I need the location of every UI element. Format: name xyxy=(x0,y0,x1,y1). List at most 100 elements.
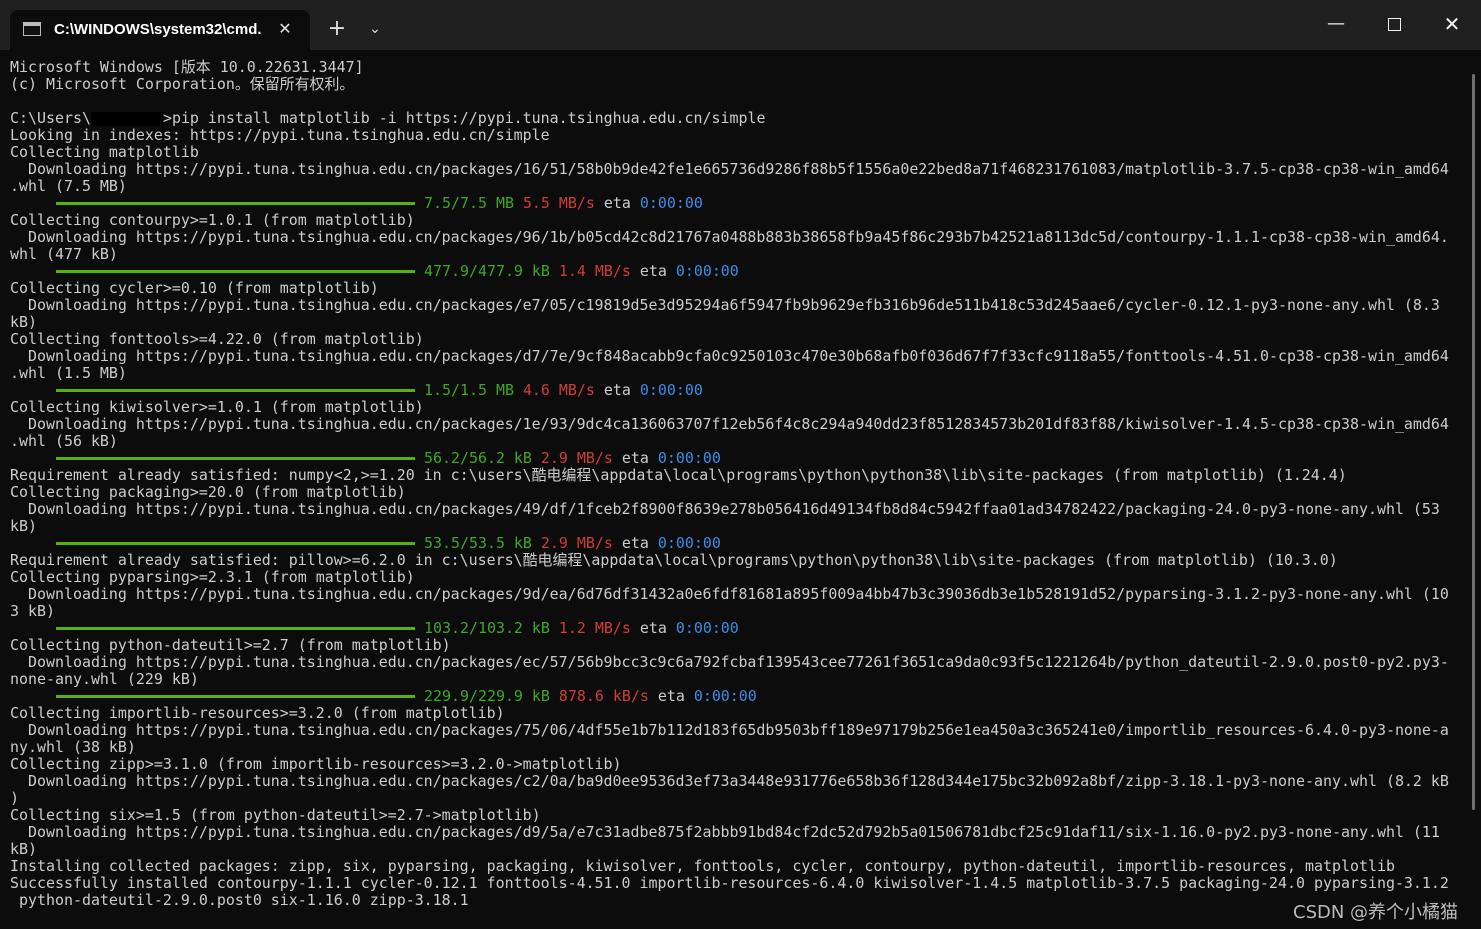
console-line: Downloading https://pypi.tuna.tsinghua.e… xyxy=(10,721,1449,739)
progress-speed: 5.5 MB/s xyxy=(522,194,595,212)
progress-speed: 1.2 MB/s xyxy=(558,619,631,637)
progress-size: 477.9/477.9 kB xyxy=(424,262,550,280)
scrollbar[interactable] xyxy=(1472,74,1475,810)
console-line: Downloading https://pypi.tuna.tsinghua.e… xyxy=(10,228,1449,246)
progress-line: 53.5/53.5 kB 2.9 MB/s eta 0:00:00 xyxy=(10,535,1465,552)
console-line: whl (477 kB) xyxy=(10,245,118,263)
console-line: Downloading https://pypi.tuna.tsinghua.e… xyxy=(10,823,1440,841)
console-line: kB) xyxy=(10,840,37,858)
console-line: (c) Microsoft Corporation。保留所有权利。 xyxy=(10,75,355,93)
console-line: Downloading https://pypi.tuna.tsinghua.e… xyxy=(10,296,1440,314)
progress-eta-label: eta xyxy=(639,619,667,637)
console-line: Collecting contourpy>=1.0.1 (from matplo… xyxy=(10,211,415,229)
progress-eta: 0:00:00 xyxy=(675,262,739,280)
console-line: Collecting packaging>=20.0 (from matplot… xyxy=(10,483,406,501)
progress-eta-label: eta xyxy=(621,534,649,552)
chevron-down-icon[interactable]: ⌄ xyxy=(360,14,390,44)
progress-eta-label: eta xyxy=(639,262,667,280)
console-line: Downloading https://pypi.tuna.tsinghua.e… xyxy=(10,500,1440,518)
progress-eta-label: eta xyxy=(603,381,631,399)
progress-eta: 0:00:00 xyxy=(657,534,721,552)
console-line: Collecting pyparsing>=2.3.1 (from matplo… xyxy=(10,568,415,586)
console-line: Downloading https://pypi.tuna.tsinghua.e… xyxy=(10,772,1449,790)
progress-size: 1.5/1.5 MB xyxy=(424,381,514,399)
progress-speed: 4.6 MB/s xyxy=(522,381,595,399)
progress-bar xyxy=(56,201,415,205)
console-line: Collecting matplotlib xyxy=(10,143,199,161)
console-line: Downloading https://pypi.tuna.tsinghua.e… xyxy=(10,415,1449,433)
progress-line: 477.9/477.9 kB 1.4 MB/s eta 0:00:00 xyxy=(10,263,1465,280)
redacted-username xyxy=(90,112,163,126)
progress-bar xyxy=(56,541,415,545)
console-line: Microsoft Windows [版本 10.0.22631.3447] xyxy=(10,59,364,76)
terminal-icon xyxy=(23,22,41,36)
console-line: ) xyxy=(10,789,19,807)
progress-size: 103.2/103.2 kB xyxy=(424,619,550,637)
command-text: >pip install matplotlib -i https://pypi.… xyxy=(162,109,766,127)
title-bar: C:\WINDOWS\system32\cmd. ✕ + ⌄ — ✕ xyxy=(0,0,1481,50)
console-line: Collecting six>=1.5 (from python-dateuti… xyxy=(10,806,541,824)
console-line: Collecting kiwisolver>=1.0.1 (from matpl… xyxy=(10,398,424,416)
console-line: ny.whl (38 kB) xyxy=(10,738,136,756)
console-line: Downloading https://pypi.tuna.tsinghua.e… xyxy=(10,160,1449,178)
maximize-icon xyxy=(1388,18,1401,31)
progress-size: 53.5/53.5 kB xyxy=(424,534,532,552)
tab-title: C:\WINDOWS\system32\cmd. xyxy=(54,21,262,38)
progress-line: 7.5/7.5 MB 5.5 MB/s eta 0:00:00 xyxy=(10,195,1465,212)
console-line: python-dateutil-2.9.0.post0 six-1.16.0 z… xyxy=(10,891,469,909)
console-line: Downloading https://pypi.tuna.tsinghua.e… xyxy=(10,347,1449,365)
progress-eta-label: eta xyxy=(603,194,631,212)
progress-bar xyxy=(56,456,415,460)
console-line: Requirement already satisfied: numpy<2,>… xyxy=(10,466,1347,484)
progress-eta-label: eta xyxy=(657,687,685,705)
progress-bar xyxy=(56,269,415,273)
progress-speed: 878.6 kB/s xyxy=(558,687,649,705)
progress-line: 103.2/103.2 kB 1.2 MB/s eta 0:00:00 xyxy=(10,620,1465,637)
watermark: CSDN @养个小橘猫 xyxy=(1293,902,1459,923)
progress-speed: 2.9 MB/s xyxy=(540,534,613,552)
console-line: Downloading https://pypi.tuna.tsinghua.e… xyxy=(10,653,1449,671)
tab-cmd[interactable]: C:\WINDOWS\system32\cmd. ✕ xyxy=(10,10,310,50)
console-line: Requirement already satisfied: pillow>=6… xyxy=(10,551,1338,569)
console-output[interactable]: Microsoft Windows [版本 10.0.22631.3447] (… xyxy=(10,59,1465,924)
console-line: kB) xyxy=(10,313,37,331)
progress-bar xyxy=(56,694,415,698)
progress-speed: 1.4 MB/s xyxy=(558,262,631,280)
prompt-path: C:\Users\ xyxy=(10,109,91,127)
progress-size: 56.2/56.2 kB xyxy=(424,449,532,467)
maximize-button[interactable] xyxy=(1365,0,1423,50)
progress-eta: 0:00:00 xyxy=(693,687,757,705)
minimize-button[interactable]: — xyxy=(1307,0,1365,50)
console-line: Looking in indexes: https://pypi.tuna.ts… xyxy=(10,126,550,144)
console-line: Collecting cycler>=0.10 (from matplotlib… xyxy=(10,279,379,297)
console-line: Installing collected packages: zipp, six… xyxy=(10,857,1395,875)
progress-bar xyxy=(56,388,415,392)
progress-eta: 0:00:00 xyxy=(639,381,703,399)
progress-size: 7.5/7.5 MB xyxy=(424,194,514,212)
console-line: Collecting zipp>=3.1.0 (from importlib-r… xyxy=(10,755,622,773)
console-line: kB) xyxy=(10,517,37,535)
progress-line: 56.2/56.2 kB 2.9 MB/s eta 0:00:00 xyxy=(10,450,1465,467)
console-line: Collecting python-dateutil>=2.7 (from ma… xyxy=(10,636,451,654)
progress-eta-label: eta xyxy=(621,449,649,467)
progress-line: 1.5/1.5 MB 4.6 MB/s eta 0:00:00 xyxy=(10,382,1465,399)
progress-eta: 0:00:00 xyxy=(675,619,739,637)
close-tab-icon[interactable]: ✕ xyxy=(274,18,296,40)
console-line: .whl (56 kB) xyxy=(10,432,118,450)
console-line: .whl (1.5 MB) xyxy=(10,364,127,382)
console-line: .whl (7.5 MB) xyxy=(10,177,127,195)
console-line: Successfully installed contourpy-1.1.1 c… xyxy=(10,874,1449,892)
new-tab-button[interactable]: + xyxy=(322,14,352,44)
close-window-button[interactable]: ✕ xyxy=(1423,0,1481,50)
console-line: Collecting importlib-resources>=3.2.0 (f… xyxy=(10,704,505,722)
console-line: Downloading https://pypi.tuna.tsinghua.e… xyxy=(10,585,1449,603)
console-line: 3 kB) xyxy=(10,602,55,620)
progress-eta: 0:00:00 xyxy=(639,194,703,212)
progress-size: 229.9/229.9 kB xyxy=(424,687,550,705)
console-line: Collecting fonttools>=4.22.0 (from matpl… xyxy=(10,330,424,348)
command-line: C:\Users\ >pip install matplotlib -i http… xyxy=(10,110,1465,127)
progress-bar xyxy=(56,626,415,630)
progress-line: 229.9/229.9 kB 878.6 kB/s eta 0:00:00 xyxy=(10,688,1465,705)
console-line: none-any.whl (229 kB) xyxy=(10,670,199,688)
